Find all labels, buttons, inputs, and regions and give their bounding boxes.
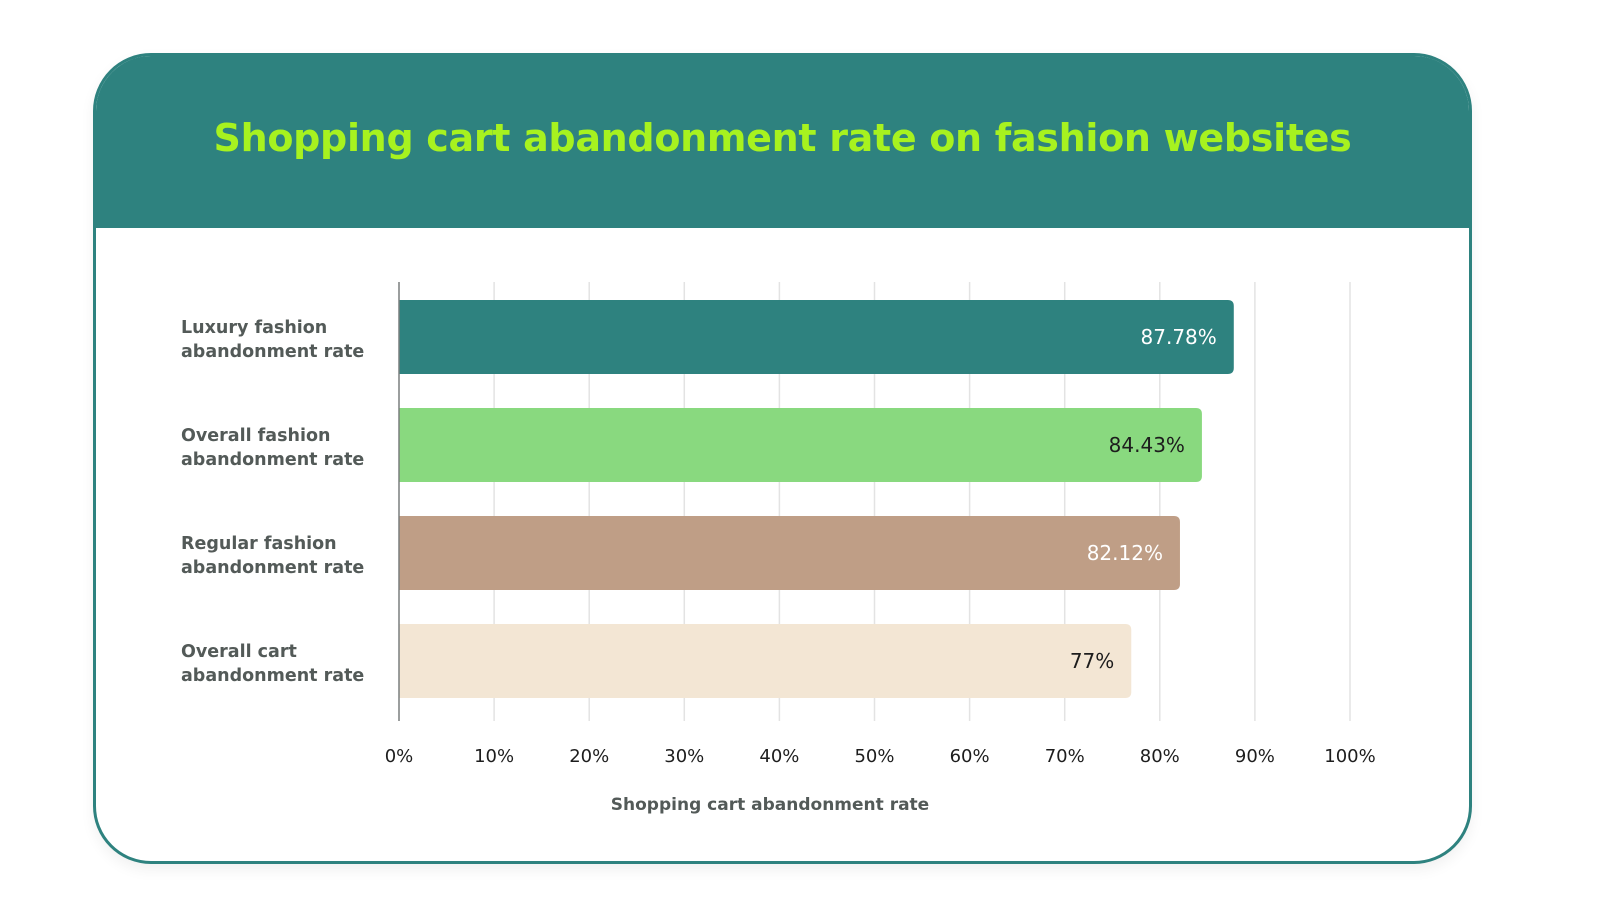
x-tick-label: 60% [950, 746, 990, 767]
category-labels: Luxury fashion abandonment rate Overall fa… [181, 318, 364, 686]
category-label: Luxury fashion abandonment rate [181, 318, 364, 362]
bar [399, 300, 1234, 374]
x-tick-labels: 0% 10% 20% 30% 40% 50% 60% 70% 80% 90% 100% [385, 746, 1376, 767]
x-tick-label: 50% [854, 746, 894, 767]
category-label: Regular fashion abandonment rate [181, 534, 364, 578]
bar-group: 87.78% [399, 300, 1234, 374]
bars: 87.78% 84.43% 82.12% 77% [399, 300, 1234, 698]
bar-group: 84.43% [399, 408, 1202, 482]
x-tick-label: 0% [385, 746, 414, 767]
x-tick-label: 70% [1045, 746, 1085, 767]
x-tick-label: 40% [759, 746, 799, 767]
bar [399, 624, 1132, 698]
bar-value-label: 84.43% [1109, 433, 1185, 457]
category-label: Overall fashion abandonment rate [181, 426, 364, 470]
x-tick-label: 90% [1235, 746, 1275, 767]
bar-value-label: 87.78% [1141, 325, 1217, 349]
bar-value-label: 77% [1070, 649, 1114, 673]
x-tick-label: 30% [664, 746, 704, 767]
bar [399, 516, 1180, 590]
x-tick-label: 100% [1324, 746, 1375, 767]
bar-group: 77% [399, 624, 1132, 698]
bar-value-label: 82.12% [1087, 541, 1163, 565]
x-axis-title: Shopping cart abandonment rate [611, 795, 929, 815]
x-tick-label: 20% [569, 746, 609, 767]
bar [399, 408, 1202, 482]
category-label: Overall cart abandonment rate [181, 642, 364, 686]
x-tick-label: 80% [1140, 746, 1180, 767]
x-tick-label: 10% [474, 746, 514, 767]
bar-group: 82.12% [399, 516, 1180, 590]
bar-chart: 87.78% 84.43% 82.12% 77% Luxury fashion aban… [181, 282, 1376, 815]
